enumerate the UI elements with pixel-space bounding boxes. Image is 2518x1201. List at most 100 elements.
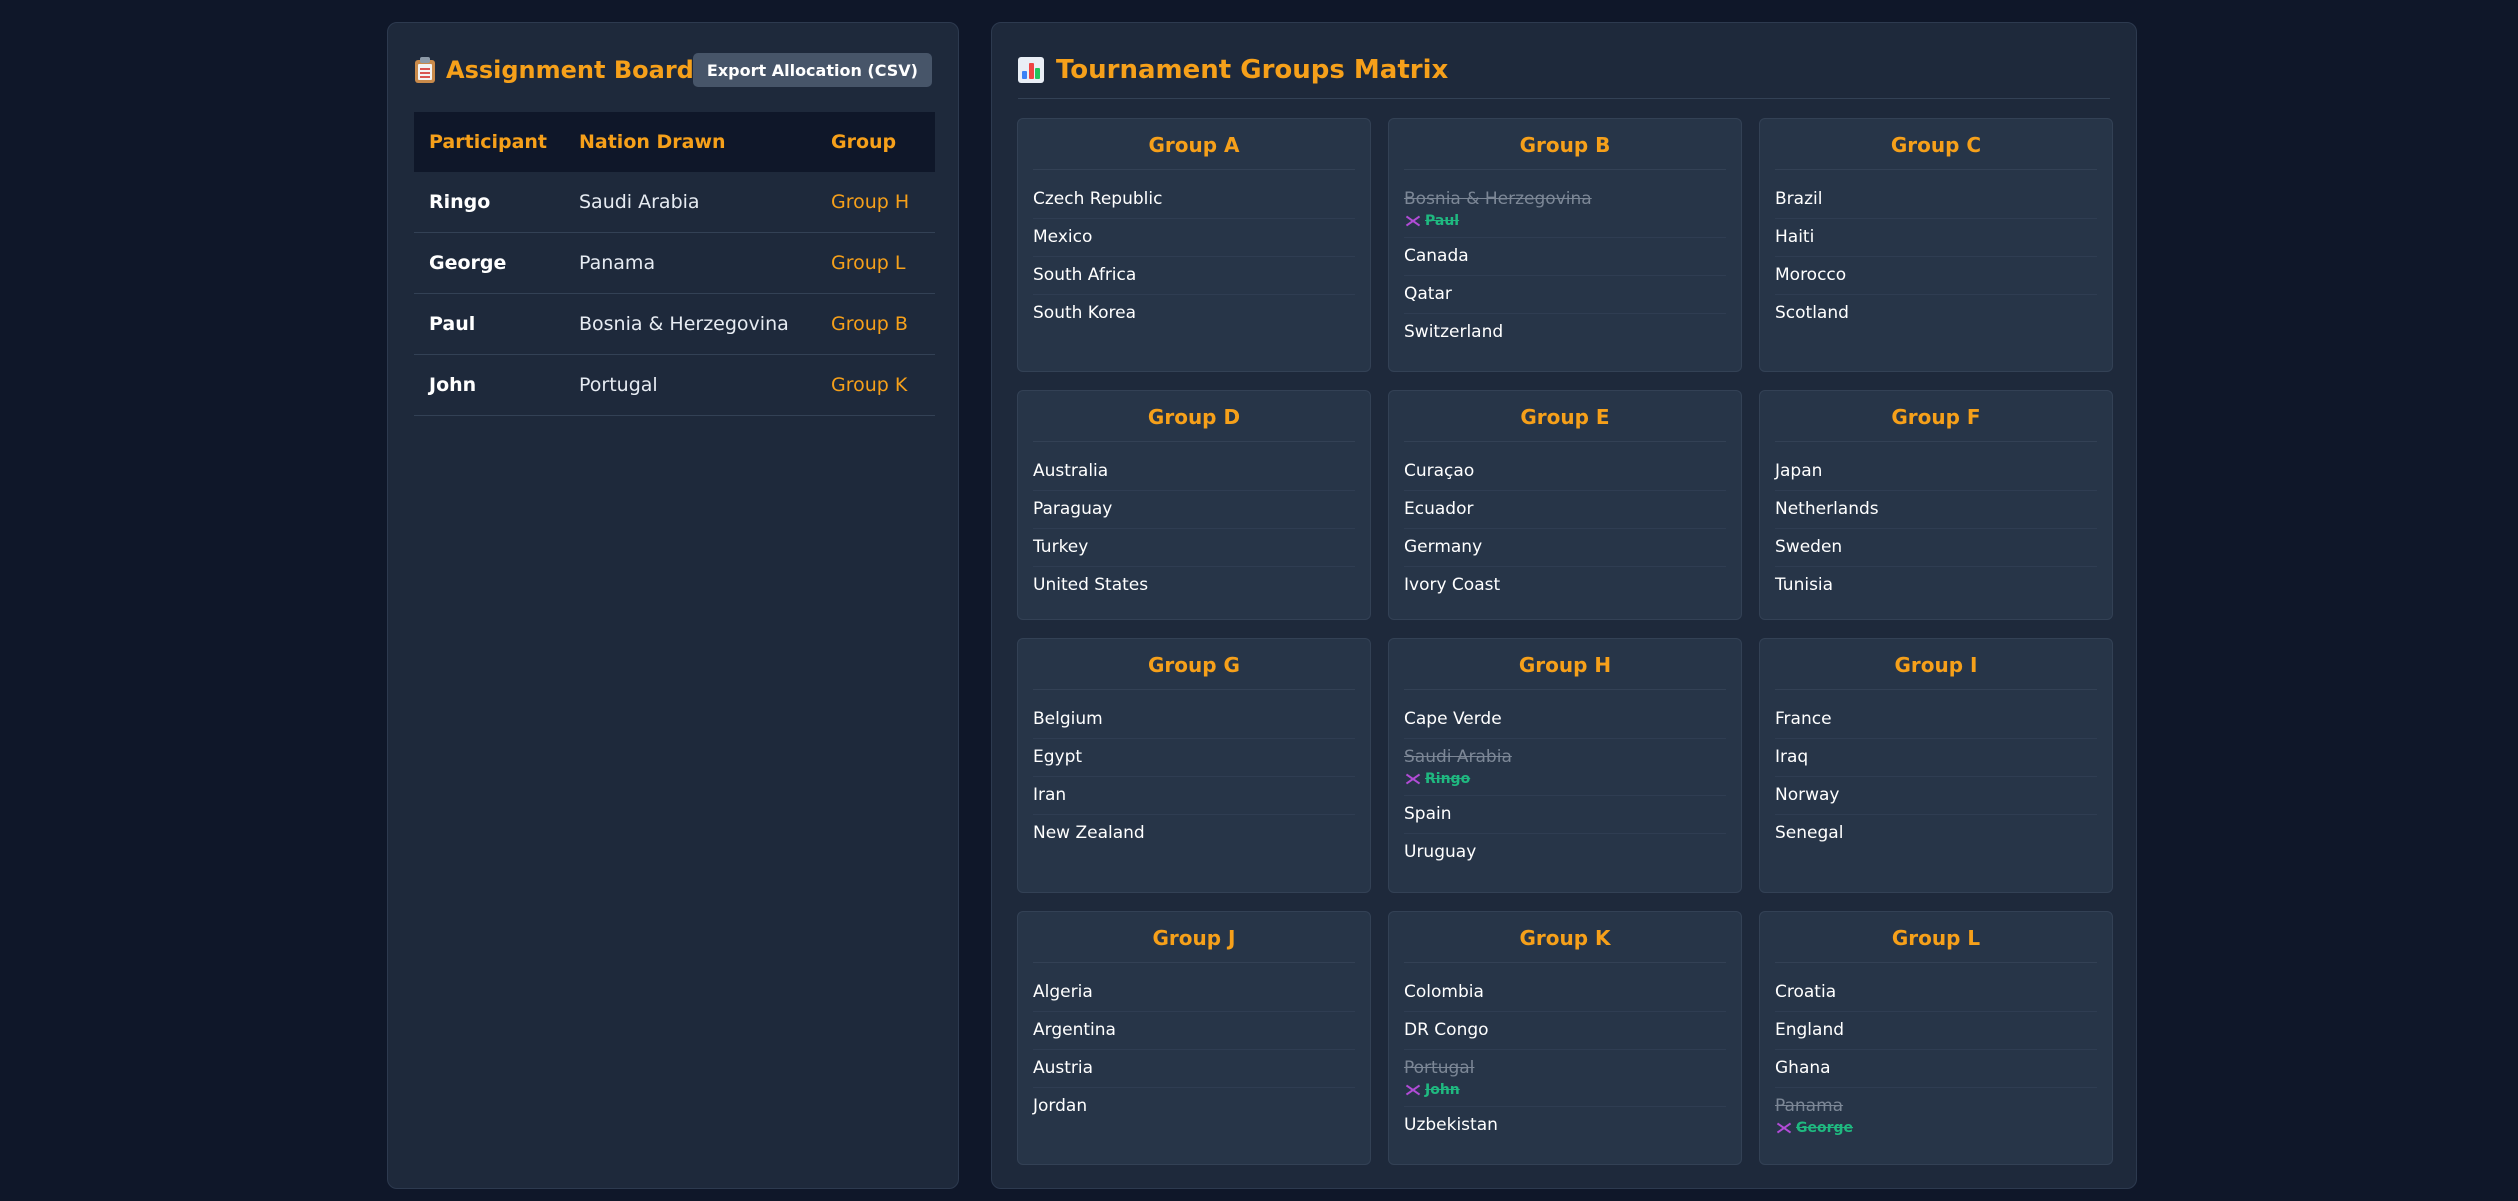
list-item: England: [1775, 1012, 2097, 1050]
list-item: Mexico: [1033, 219, 1355, 257]
owner-tag: Paul: [1404, 212, 1726, 230]
team-name: Colombia: [1404, 982, 1484, 1002]
clipboard-icon: [414, 57, 436, 83]
list-item: Iran: [1033, 777, 1355, 815]
assignment-table: Participant Nation Drawn Group Ringo Sau…: [414, 112, 935, 416]
team-list: Cape Verde Saudi Arabia Ringo Spain Uruguay: [1404, 690, 1726, 871]
list-item: Ecuador: [1404, 491, 1726, 529]
list-item: Scotland: [1775, 295, 2097, 332]
team-name: Belgium: [1033, 709, 1103, 729]
list-item: Colombia: [1404, 974, 1726, 1012]
list-item: Switzerland: [1404, 314, 1726, 351]
team-name: Tunisia: [1775, 575, 1834, 595]
team-name: Curaçao: [1404, 461, 1475, 481]
list-item: Ivory Coast: [1404, 567, 1726, 604]
group-card-group-c: Group C Brazil Haiti Morocco Scotland: [1759, 118, 2113, 372]
group-card-group-d: Group D Australia Paraguay Turkey United Sta…: [1017, 390, 1371, 620]
participant-cell: Paul: [414, 293, 564, 355]
team-name: DR Congo: [1404, 1020, 1489, 1040]
list-item: Germany: [1404, 529, 1726, 567]
list-item: Uzbekistan: [1404, 1107, 1726, 1144]
team-name: Bosnia & Herzegovina: [1404, 189, 1592, 209]
group-title: Group F: [1775, 391, 2097, 442]
export-csv-button[interactable]: Export Allocation (CSV): [692, 53, 932, 87]
list-item: Bosnia & Herzegovina Paul: [1404, 181, 1726, 238]
team-name: Jordan: [1033, 1096, 1088, 1116]
team-name: Senegal: [1775, 823, 1844, 843]
list-item: Ghana: [1775, 1050, 2097, 1088]
group-card-group-h: Group H Cape Verde Saudi Arabia Ringo Spain U…: [1388, 638, 1742, 893]
nation-cell: Saudi Arabia: [564, 172, 816, 233]
team-list: Bosnia & Herzegovina Paul Canada Qatar Switz…: [1404, 170, 1726, 351]
list-item: Cape Verde: [1404, 701, 1726, 739]
list-item: Spain: [1404, 796, 1726, 834]
column-header-participant[interactable]: Participant: [414, 112, 564, 172]
group-card-group-i: Group I France Iraq Norway Senegal: [1759, 638, 2113, 893]
group-title: Group G: [1033, 639, 1355, 690]
column-header-nation[interactable]: Nation Drawn: [564, 112, 816, 172]
list-item: Turkey: [1033, 529, 1355, 567]
list-item: South Africa: [1033, 257, 1355, 295]
list-item: Senegal: [1775, 815, 2097, 852]
team-name: Scotland: [1775, 303, 1849, 323]
owner-tag: George: [1775, 1119, 2097, 1137]
team-name: Croatia: [1775, 982, 1837, 1002]
group-title: Group H: [1404, 639, 1726, 690]
list-item: Tunisia: [1775, 567, 2097, 604]
column-header-group[interactable]: Group: [816, 112, 935, 172]
assignment-board-title-text: Assignment Board: [446, 56, 694, 84]
assignment-board-header: Assignment Board Export Allocation (CSV): [414, 49, 932, 91]
team-list: France Iraq Norway Senegal: [1775, 690, 2097, 852]
list-item: Japan: [1775, 453, 2097, 491]
team-name: Haiti: [1775, 227, 1815, 247]
group-cell: Group L: [816, 232, 935, 294]
group-card-group-b: Group B Bosnia & Herzegovina Paul Canada Qat…: [1388, 118, 1742, 372]
team-name: Uzbekistan: [1404, 1115, 1498, 1135]
group-title: Group K: [1404, 912, 1726, 963]
team-name: Norway: [1775, 785, 1840, 805]
list-item: Iraq: [1775, 739, 2097, 777]
group-card-group-k: Group K Colombia DR Congo Portugal John Uzbek…: [1388, 911, 1742, 1165]
list-item: South Korea: [1033, 295, 1355, 332]
assignment-board-title: Assignment Board: [414, 49, 694, 91]
owner-name: George: [1796, 1120, 1854, 1136]
list-item: Austria: [1033, 1050, 1355, 1088]
team-name: Saudi Arabia: [1404, 747, 1512, 767]
team-name: Japan: [1775, 461, 1823, 481]
crossed-swords-icon: [1404, 1083, 1422, 1097]
group-card-group-f: Group F Japan Netherlands Sweden Tunisia: [1759, 390, 2113, 620]
list-item: Panama George: [1775, 1088, 2097, 1144]
team-name: Portugal: [1404, 1058, 1475, 1078]
group-card-group-l: Group L Croatia England Ghana Panama George: [1759, 911, 2113, 1165]
team-list: Curaçao Ecuador Germany Ivory Coast: [1404, 442, 1726, 604]
team-list: Algeria Argentina Austria Jordan: [1033, 963, 1355, 1125]
crossed-swords-icon: [1404, 214, 1422, 228]
team-name: Panama: [1775, 1096, 1844, 1116]
table-row[interactable]: John Portugal Group K: [414, 354, 935, 416]
list-item: New Zealand: [1033, 815, 1355, 852]
team-name: Algeria: [1033, 982, 1093, 1002]
group-title: Group C: [1775, 119, 2097, 170]
table-row[interactable]: Ringo Saudi Arabia Group H: [414, 172, 935, 233]
group-title: Group E: [1404, 391, 1726, 442]
list-item: United States: [1033, 567, 1355, 604]
owner-name: Ringo: [1425, 771, 1471, 787]
groups-matrix-panel: Tournament Groups Matrix Group A Czech Re…: [991, 22, 2137, 1189]
group-cell: Group H: [816, 172, 935, 233]
team-list: Czech Republic Mexico South Africa South Ko…: [1033, 170, 1355, 332]
table-row[interactable]: George Panama Group L: [414, 232, 935, 294]
team-name: Turkey: [1033, 537, 1089, 557]
group-cell: Group K: [816, 354, 935, 416]
owner-tag: Ringo: [1404, 770, 1726, 788]
list-item: Paraguay: [1033, 491, 1355, 529]
table-row[interactable]: Paul Bosnia & Herzegovina Group B: [414, 293, 935, 355]
list-item: France: [1775, 701, 2097, 739]
participant-cell: Ringo: [414, 172, 564, 233]
team-list: Belgium Egypt Iran New Zealand: [1033, 690, 1355, 852]
list-item: Sweden: [1775, 529, 2097, 567]
team-name: France: [1775, 709, 1832, 729]
owner-tag: John: [1404, 1081, 1726, 1099]
team-list: Colombia DR Congo Portugal John Uzbekistan: [1404, 963, 1726, 1144]
group-card-group-e: Group E Curaçao Ecuador Germany Ivory Coast: [1388, 390, 1742, 620]
group-title: Group B: [1404, 119, 1726, 170]
